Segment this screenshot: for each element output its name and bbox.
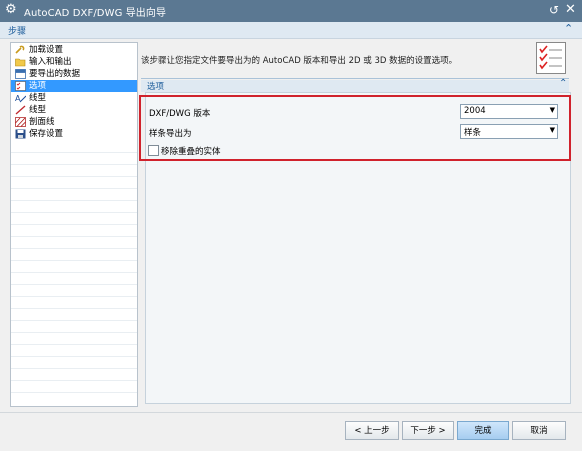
row-separator xyxy=(11,368,137,369)
step-item-save-settings[interactable]: 保存设置 xyxy=(11,128,137,140)
row-separator xyxy=(11,248,137,249)
options-section-header[interactable]: 选项 ⌃ xyxy=(141,78,569,92)
steps-section-header[interactable]: 步骤 ⌃ xyxy=(0,22,582,39)
footer-bar: < 上一步 下一步 > 完成 取消 xyxy=(0,412,582,451)
row-separator xyxy=(11,344,137,345)
section-divider xyxy=(141,78,569,79)
step-item-hatching[interactable]: 剖面线 xyxy=(11,116,137,128)
row-separator xyxy=(11,152,137,153)
row-separator xyxy=(11,212,137,213)
step-item-input-output[interactable]: 输入和输出 xyxy=(11,56,137,68)
row-separator xyxy=(11,332,137,333)
step-label: 剖面线 xyxy=(29,117,55,127)
row-separator xyxy=(11,260,137,261)
row-separator xyxy=(11,164,137,165)
checklist-illustration-icon xyxy=(536,42,566,74)
options-section-label: 选项 xyxy=(147,82,165,92)
finish-button[interactable]: 完成 xyxy=(457,421,509,440)
chevron-up-icon[interactable]: ⌃ xyxy=(564,22,573,35)
row-separator xyxy=(11,392,137,393)
step-item-linetype-1[interactable]: A 线型 xyxy=(11,92,137,104)
row-separator xyxy=(11,296,137,297)
step-item-data-to-export[interactable]: 要导出的数据 xyxy=(11,68,137,80)
row-separator xyxy=(11,176,137,177)
reset-icon[interactable]: ↺ xyxy=(549,3,559,17)
table-data-icon xyxy=(15,69,26,79)
row-separator xyxy=(11,224,137,225)
row-separator xyxy=(11,380,137,381)
steps-section-label: 步骤 xyxy=(8,27,27,37)
chevron-up-icon[interactable]: ⌃ xyxy=(559,78,567,89)
step-label: 保存设置 xyxy=(29,129,64,139)
step-label: 选项 xyxy=(29,81,47,91)
linetype-icon: A xyxy=(15,94,26,103)
back-button[interactable]: < 上一步 xyxy=(345,421,399,440)
cancel-button[interactable]: 取消 xyxy=(512,421,566,440)
key-wrench-icon xyxy=(15,45,25,54)
step-item-load-settings[interactable]: 加载设置 xyxy=(11,44,137,56)
row-separator xyxy=(11,320,137,321)
save-disk-icon xyxy=(15,129,26,139)
row-separator xyxy=(11,308,137,309)
highlight-box xyxy=(139,95,571,161)
step-description: 该步骤让您指定文件要导出为的 AutoCAD 版本和导出 2D 或 3D 数据的… xyxy=(141,56,458,66)
step-label: 线型 xyxy=(29,105,47,115)
row-separator xyxy=(11,356,137,357)
steps-list: 加载设置 输入和输出 要导出的数据 选项 A 线型 线型 剖面线 保存设置 xyxy=(10,42,138,407)
step-label: 线型 xyxy=(29,93,47,103)
line-pen-icon xyxy=(15,105,26,115)
step-label: 加载设置 xyxy=(29,45,64,55)
step-label: 输入和输出 xyxy=(29,57,72,67)
window-title: AutoCAD DXF/DWG 导出向导 xyxy=(24,8,167,19)
step-item-linetype-2[interactable]: 线型 xyxy=(11,104,137,116)
step-label: 要导出的数据 xyxy=(29,69,81,79)
next-button[interactable]: 下一步 > xyxy=(402,421,454,440)
close-icon[interactable]: ✕ xyxy=(565,2,576,17)
checklist-icon xyxy=(15,81,26,91)
step-item-options[interactable]: 选项 xyxy=(11,80,137,92)
row-separator xyxy=(11,188,137,189)
row-separator xyxy=(11,200,137,201)
gear-icon[interactable]: ⚙ xyxy=(5,3,19,17)
row-separator xyxy=(11,272,137,273)
hatch-icon xyxy=(15,117,26,127)
folder-open-icon xyxy=(15,58,26,67)
row-separator xyxy=(11,284,137,285)
row-separator xyxy=(11,236,137,237)
title-bar: ⚙ AutoCAD DXF/DWG 导出向导 ↺ ✕ xyxy=(0,0,582,22)
